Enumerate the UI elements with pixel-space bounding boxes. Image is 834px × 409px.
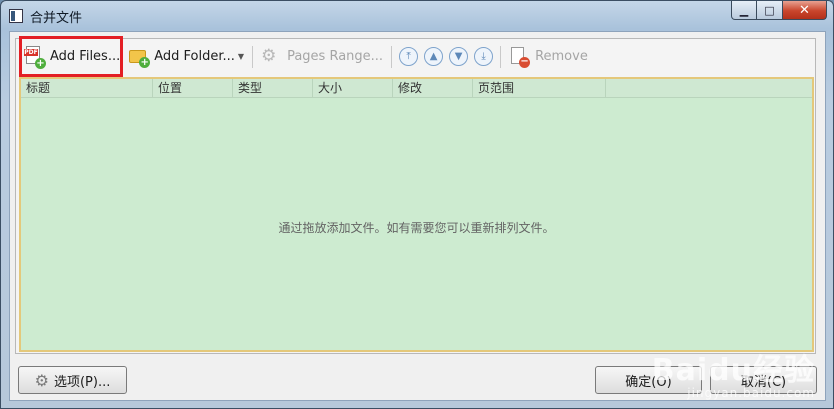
gear-icon: ⚙ (34, 370, 49, 390)
maximize-button[interactable]: □ (757, 1, 783, 20)
gear-icon: ⚙ (261, 45, 277, 66)
add-files-label: Add Files... (50, 49, 121, 64)
pages-range-label: Pages Range... (287, 49, 384, 64)
toolbar-separator (391, 45, 393, 68)
column-header-location[interactable]: 位置 (153, 79, 233, 97)
column-header-page-range[interactable]: 页范围 (473, 79, 606, 97)
close-button[interactable]: ✕ (783, 1, 827, 20)
add-files-button[interactable]: PDF + Add Files... (20, 43, 124, 71)
chevron-down-icon[interactable]: ▼ (238, 52, 244, 61)
add-folder-label: Add Folder... (154, 49, 235, 64)
remove-label: Remove (535, 49, 588, 64)
empty-list-message: 通过拖放添加文件。如有需要您可以重新排列文件。 (278, 221, 555, 235)
toolbar-separator (500, 45, 502, 68)
minimize-button[interactable]: ▁ (731, 1, 757, 20)
dialog-client-area: PDF + Add Files... + Add Folder... ▼ ⚙ Pa… (9, 31, 826, 401)
merge-files-window: 合并文件 ▁ □ ✕ PDF + Add Files... + Add Fold… (0, 0, 834, 409)
column-header-modified[interactable]: 修改 (393, 79, 473, 97)
remove-icon: − (509, 46, 531, 68)
toolbar: PDF + Add Files... + Add Folder... ▼ ⚙ Pa… (16, 39, 815, 74)
column-header-type[interactable]: 类型 (233, 79, 313, 97)
app-icon (9, 9, 23, 23)
column-header-size[interactable]: 大小 (313, 79, 393, 97)
move-up-icon[interactable]: ▲ (424, 47, 444, 66)
toolbar-separator (252, 45, 254, 68)
file-list-panel: PDF + Add Files... + Add Folder... ▼ ⚙ Pa… (15, 36, 816, 354)
column-header-title[interactable]: 标题 (21, 79, 153, 97)
move-bottom-icon[interactable]: ⤓ (474, 47, 494, 66)
file-grid[interactable]: 标题 位置 类型 大小 修改 页范围 通过拖放添加文件。如有需要您可以重新排列文… (19, 77, 814, 352)
add-folder-icon: + (128, 46, 151, 68)
title-bar[interactable]: 合并文件 ▁ □ ✕ (1, 1, 833, 31)
remove-button[interactable]: − Remove (505, 43, 592, 71)
pages-range-button[interactable]: ⚙ Pages Range... (257, 43, 387, 71)
cancel-button[interactable]: 取消(C) (710, 366, 817, 394)
window-controls: ▁ □ ✕ (731, 1, 827, 21)
add-folder-button[interactable]: + Add Folder... ▼ (124, 43, 248, 71)
move-top-icon[interactable]: ⤒ (399, 47, 419, 66)
move-down-icon[interactable]: ▼ (449, 47, 469, 66)
grid-header: 标题 位置 类型 大小 修改 页范围 (21, 79, 812, 98)
add-pdf-icon: PDF + (24, 45, 46, 69)
ok-button[interactable]: 确定(O) (595, 366, 702, 394)
window-title: 合并文件 (30, 11, 83, 26)
options-label: 选项(P)... (53, 374, 111, 390)
options-button[interactable]: ⚙ 选项(P)... (18, 366, 127, 394)
